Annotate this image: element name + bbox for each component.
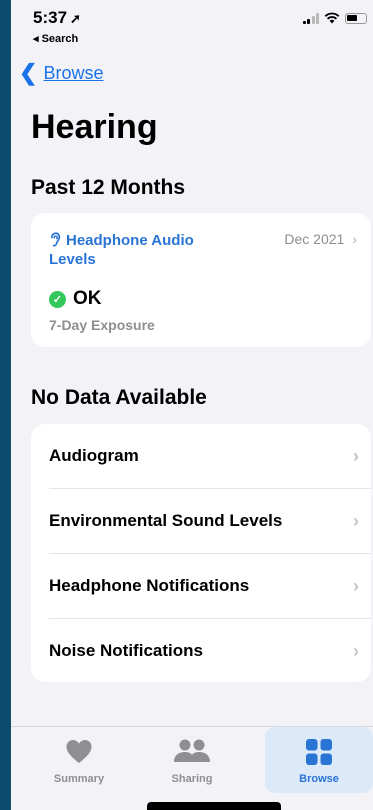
status-icons bbox=[302, 12, 367, 24]
list-item-noise-notifications[interactable]: Noise Notifications › bbox=[31, 619, 371, 683]
status-time: 5:37 ➚ bbox=[33, 8, 81, 28]
cellular-signal-icon bbox=[302, 12, 319, 24]
headphone-card-subtitle: 7-Day Exposure bbox=[49, 317, 155, 333]
headphone-audio-levels-card[interactable]: Headphone Audio Levels Dec 2021 › ✓ OK 7-… bbox=[31, 213, 371, 347]
wifi-icon bbox=[324, 12, 340, 24]
people-icon bbox=[174, 739, 210, 762]
tab-sharing[interactable]: Sharing bbox=[144, 727, 240, 793]
list-item-audiogram[interactable]: Audiogram › bbox=[31, 424, 371, 488]
section-title-no-data: No Data Available bbox=[31, 386, 207, 409]
tab-label: Sharing bbox=[171, 773, 213, 785]
page-title: Hearing bbox=[31, 108, 158, 146]
grid-icon bbox=[306, 739, 332, 765]
tab-label: Summary bbox=[53, 773, 105, 785]
chevron-right-icon: › bbox=[353, 445, 359, 466]
status-ok: ✓ OK bbox=[49, 288, 102, 310]
list-item-label: Audiogram bbox=[49, 446, 139, 465]
list-item-label: Noise Notifications bbox=[49, 641, 203, 660]
section-title-past-12-months: Past 12 Months bbox=[31, 176, 186, 199]
checkmark-circle-icon: ✓ bbox=[49, 290, 66, 308]
tab-summary[interactable]: Summary bbox=[31, 727, 127, 793]
battery-icon bbox=[345, 12, 367, 24]
location-arrow-icon: ➚ bbox=[70, 11, 81, 26]
back-browse-button[interactable]: ❮ Browse bbox=[19, 62, 103, 84]
back-to-app-link[interactable]: ◂ Search bbox=[33, 32, 78, 45]
list-item-label: Environmental Sound Levels bbox=[49, 511, 283, 530]
chevron-right-icon: › bbox=[353, 640, 359, 661]
headphone-card-title: Headphone Audio Levels bbox=[49, 231, 219, 269]
list-item-label: Headphone Notifications bbox=[49, 576, 250, 595]
back-browse-label: Browse bbox=[43, 62, 104, 83]
headphone-card-title-text: Headphone Audio Levels bbox=[49, 232, 194, 268]
chevron-right-icon: › bbox=[353, 510, 359, 531]
phone-screen: 5:37 ➚ ◂ Search ❮ Browse Hearing Past 12 … bbox=[11, 0, 373, 810]
no-data-list: Audiogram › Environmental Sound Levels ›… bbox=[31, 424, 371, 682]
chevron-left-icon: ❮ bbox=[19, 60, 38, 85]
list-item-headphone-notifications[interactable]: Headphone Notifications › bbox=[31, 554, 371, 618]
ear-icon bbox=[51, 232, 61, 247]
chevron-right-icon: › bbox=[352, 231, 357, 247]
chevron-right-icon: › bbox=[353, 575, 359, 596]
list-item-environmental-sound-levels[interactable]: Environmental Sound Levels › bbox=[31, 489, 371, 553]
headphone-card-date-text: Dec 2021 bbox=[284, 231, 345, 247]
heart-icon bbox=[66, 740, 92, 763]
status-bar: 5:37 ➚ ◂ Search bbox=[11, 0, 373, 48]
tab-browse[interactable]: Browse bbox=[265, 727, 373, 793]
tab-label: Browse bbox=[299, 773, 339, 785]
tab-bar: Summary Sharing Browse bbox=[11, 726, 373, 810]
home-indicator[interactable] bbox=[147, 802, 281, 810]
status-ok-text: OK bbox=[73, 288, 102, 309]
status-time-text: 5:37 bbox=[33, 8, 68, 27]
headphone-card-date: Dec 2021 › bbox=[284, 231, 357, 247]
